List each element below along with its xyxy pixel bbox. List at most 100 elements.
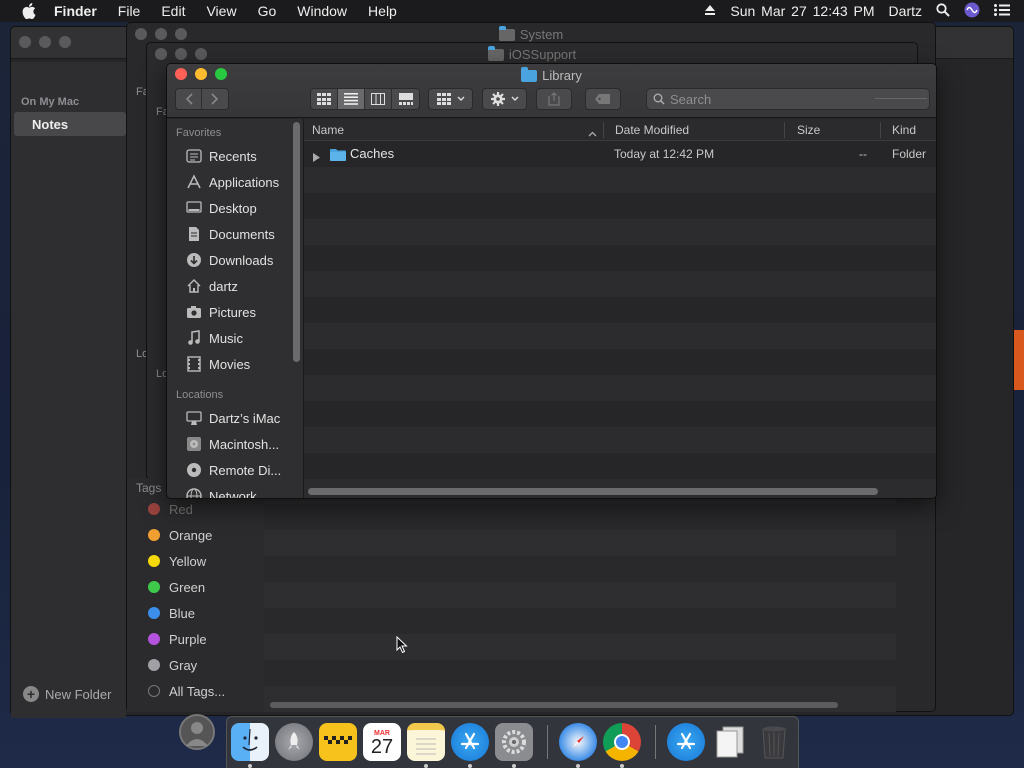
- safari-icon[interactable]: [559, 723, 597, 761]
- search-field[interactable]: [646, 88, 930, 110]
- orange-dot-icon: [148, 529, 160, 541]
- list-view-button[interactable]: [338, 89, 365, 109]
- eject-icon[interactable]: [704, 3, 716, 19]
- notes-icon[interactable]: [407, 723, 445, 761]
- calendar-icon[interactable]: MAR 27: [363, 723, 401, 761]
- background-horizontal-scrollbar[interactable]: [270, 702, 838, 708]
- sidebar-item-music[interactable]: Music: [185, 327, 243, 349]
- menu-finder[interactable]: Finder: [54, 3, 97, 19]
- share-button[interactable]: [536, 88, 572, 110]
- column-header-kind[interactable]: Kind: [892, 123, 916, 137]
- new-folder-button[interactable]: + New Folder: [23, 686, 111, 702]
- plus-icon: +: [23, 686, 39, 702]
- search-input[interactable]: [670, 91, 870, 107]
- app-store-folder-icon[interactable]: [667, 723, 705, 761]
- horizontal-scrollbar[interactable]: [308, 488, 878, 495]
- menu-go[interactable]: Go: [258, 3, 277, 19]
- sidebar-item-desktop[interactable]: Desktop: [185, 197, 257, 219]
- menu-edit[interactable]: Edit: [161, 3, 185, 19]
- all-tags-icon: [148, 685, 160, 697]
- mouse-cursor-icon: [396, 635, 408, 659]
- folder-icon: [330, 148, 346, 166]
- menu-view[interactable]: View: [206, 3, 236, 19]
- menu-clock[interactable]: Sun Mar 27 12:43 PM: [730, 3, 874, 19]
- menu-bar: Finder File Edit View Go Window Help Sun…: [0, 0, 1024, 22]
- taxi-icon[interactable]: [319, 723, 357, 761]
- launchpad-icon[interactable]: [275, 723, 313, 761]
- tag-red[interactable]: Red: [148, 499, 193, 519]
- sidebar-label: dartz: [209, 278, 238, 294]
- file-name: Caches: [350, 146, 395, 161]
- system-preferences-icon[interactable]: [495, 723, 533, 761]
- sidebar-item-recents[interactable]: Recents: [185, 145, 257, 167]
- tag-orange[interactable]: Orange: [148, 525, 212, 545]
- spotlight-icon[interactable]: [936, 2, 950, 20]
- tag-blue[interactable]: Blue: [148, 603, 195, 623]
- group-by-button[interactable]: [428, 88, 473, 110]
- table-row[interactable]: Caches Today at 12:42 PM -- Folder: [304, 141, 936, 167]
- green-dot-icon: [148, 581, 160, 593]
- tag-yellow[interactable]: Yellow: [148, 551, 206, 571]
- column-view-button[interactable]: [365, 89, 392, 109]
- tag-all-tags[interactable]: All Tags...: [148, 681, 225, 701]
- column-header-name[interactable]: Name: [312, 123, 344, 137]
- sidebar-item-notes[interactable]: Notes: [14, 112, 126, 136]
- sidebar-item-movies[interactable]: Movies: [185, 353, 250, 375]
- tag-purple[interactable]: Purple: [148, 629, 207, 649]
- sidebar-item-home[interactable]: dartz: [185, 275, 238, 297]
- dock: MAR 27: [226, 716, 799, 768]
- column-header-date-modified[interactable]: Date Modified: [615, 123, 689, 137]
- sidebar-item-documents[interactable]: Documents: [185, 223, 275, 245]
- yellow-dot-icon: [148, 555, 160, 567]
- tag-label: Red: [169, 501, 193, 517]
- window-title-text: Library: [542, 68, 582, 83]
- menu-window[interactable]: Window: [297, 3, 347, 19]
- columns-icon: [371, 93, 385, 105]
- siri-icon[interactable]: [964, 2, 980, 21]
- sidebar-scrollbar[interactable]: [293, 122, 300, 362]
- sidebar-item-imac[interactable]: Dartz’s iMac: [185, 407, 280, 429]
- gallery-view-button[interactable]: [392, 89, 419, 109]
- sidebar-item-downloads[interactable]: Downloads: [185, 249, 273, 271]
- sidebar-item-applications[interactable]: Applications: [185, 171, 279, 193]
- column-header-size[interactable]: Size: [797, 123, 820, 137]
- applications-icon: [185, 173, 203, 191]
- app-store-icon[interactable]: [451, 723, 489, 761]
- forward-button[interactable]: [202, 89, 228, 109]
- sidebar-item-macintosh-hd[interactable]: Macintosh...: [185, 433, 279, 455]
- file-list: Name Date Modified Size Kind Caches Toda…: [304, 119, 936, 498]
- icon-view-button[interactable]: [311, 89, 338, 109]
- menu-help[interactable]: Help: [368, 3, 397, 19]
- disclosure-triangle-icon[interactable]: [313, 149, 320, 167]
- sidebar-section-header: On My Mac: [21, 96, 80, 108]
- back-button[interactable]: [176, 89, 202, 109]
- running-indicator: [424, 764, 428, 768]
- tag-label: Yellow: [169, 553, 207, 569]
- apple-menu-icon[interactable]: [18, 0, 40, 22]
- list-icon: [344, 93, 358, 105]
- running-indicator: [248, 764, 252, 768]
- menu-file[interactable]: File: [118, 3, 141, 19]
- tag-icon: [595, 94, 610, 104]
- tag-green[interactable]: Green: [148, 577, 205, 597]
- edit-tags-button[interactable]: [585, 88, 621, 110]
- action-menu-button[interactable]: [482, 88, 527, 110]
- sidebar-item-network[interactable]: Network: [185, 485, 257, 498]
- search-divider: [875, 98, 927, 99]
- sidebar-item-pictures[interactable]: Pictures: [185, 301, 256, 323]
- favorites-header: Favorites: [176, 127, 222, 139]
- music-icon: [185, 329, 203, 347]
- tag-gray[interactable]: Gray: [148, 655, 197, 675]
- notification-center-icon[interactable]: [994, 3, 1010, 19]
- chrome-icon[interactable]: [603, 723, 641, 761]
- tags-panel: Tags Red Orange Yellow Green Blue Purple…: [127, 478, 264, 712]
- sidebar-item-remote-disc[interactable]: Remote Di...: [185, 459, 281, 481]
- menu-user[interactable]: Dartz: [889, 3, 922, 19]
- trash-icon[interactable]: [755, 723, 793, 761]
- tag-label: Green: [169, 579, 206, 595]
- finder-icon[interactable]: [231, 723, 269, 761]
- red-dot-icon: [148, 503, 160, 515]
- folder-icon: [498, 25, 515, 41]
- downloads-icon: [185, 251, 203, 269]
- documents-stack-icon[interactable]: [711, 723, 749, 761]
